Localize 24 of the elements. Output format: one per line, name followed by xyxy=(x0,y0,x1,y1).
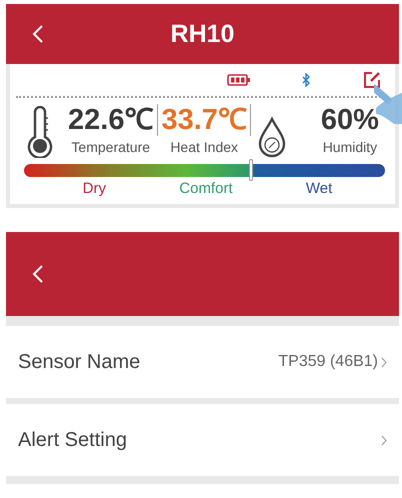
scale-label: Dry xyxy=(82,180,106,197)
reading-label: Humidity xyxy=(322,139,378,155)
reading-label: Temperature xyxy=(71,139,150,155)
row-label: Sensor Name xyxy=(18,350,140,374)
reading-label: Heat Index xyxy=(170,139,238,155)
chevron-right-icon xyxy=(381,434,387,446)
reading-value: 33.7℃ xyxy=(161,104,247,136)
row-label: Alert Setting xyxy=(18,428,127,452)
row-value: TP359 (46B1) xyxy=(278,353,378,371)
bluetooth-icon xyxy=(301,73,311,87)
scale-label: Comfort xyxy=(179,180,233,197)
battery-icon xyxy=(227,74,251,86)
scale-label: Wet xyxy=(306,180,332,197)
back-icon[interactable] xyxy=(32,24,44,44)
reading-value: 60% xyxy=(320,104,379,136)
settings-row[interactable]: Sensor Name TP359 (46B1) xyxy=(6,326,399,398)
reading-value: 22.6℃ xyxy=(68,104,154,136)
thermometer-icon xyxy=(26,106,54,158)
back-icon[interactable] xyxy=(32,264,44,284)
chevron-right-icon xyxy=(381,356,387,368)
edit-icon[interactable] xyxy=(363,71,381,89)
water-drop-icon xyxy=(256,116,287,158)
settings-row[interactable]: Alert Setting xyxy=(6,404,399,476)
screen-title: RH10 xyxy=(170,20,236,49)
